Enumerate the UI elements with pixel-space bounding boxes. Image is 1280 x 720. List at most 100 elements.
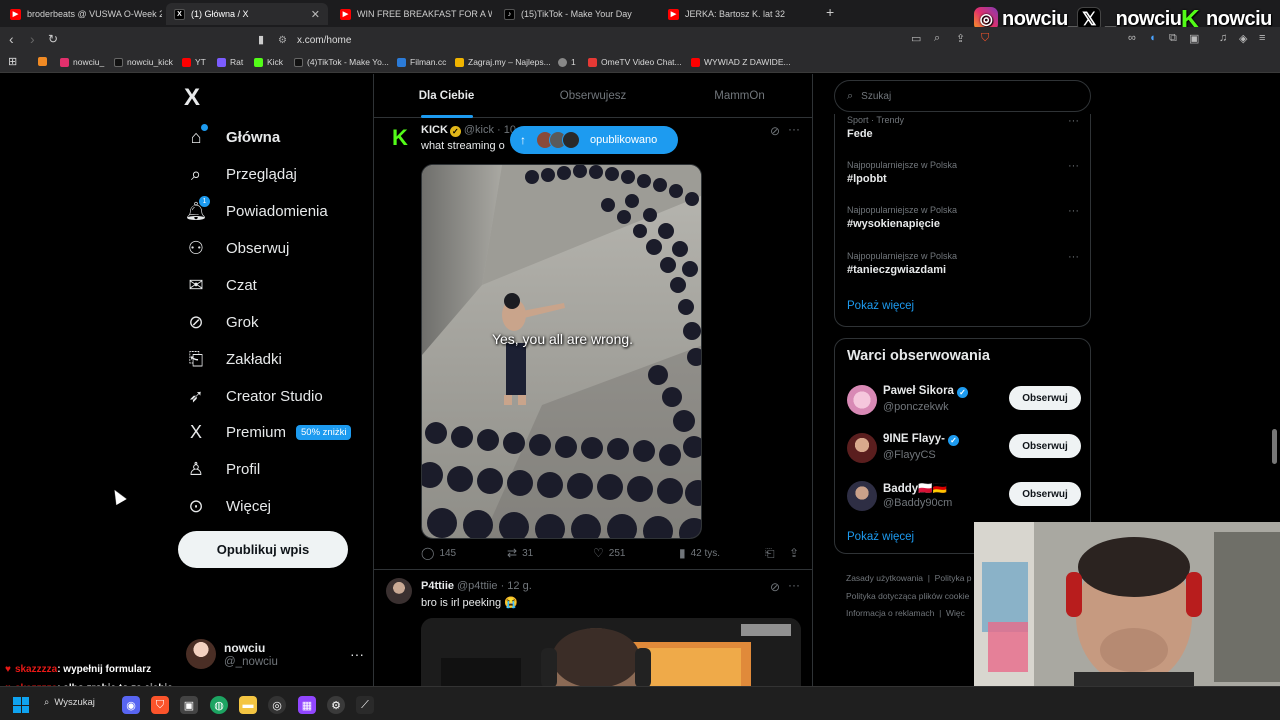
more-icon[interactable]: ··· — [1068, 160, 1079, 172]
bookmark-button[interactable]: ⎗ — [765, 546, 780, 561]
follow-button[interactable]: Obserwuj — [1009, 386, 1081, 410]
avatar[interactable] — [386, 578, 412, 604]
bookmark-item[interactable]: Rat — [217, 57, 243, 67]
nav-follow[interactable]: ⚇ Obserwuj — [184, 233, 289, 263]
nav-premium[interactable]: X Premium 50% zniżki — [184, 417, 352, 447]
bookmark-item[interactable]: WYWIAD Z DAWIDE... — [691, 57, 791, 67]
browser-tab[interactable]: ▶ WIN FREE BREAKFAST FOR A WHOLE — [332, 3, 492, 25]
file-explorer-icon[interactable]: ▬ — [239, 696, 257, 714]
nav-explore[interactable]: ⌕ Przeglądaj — [184, 159, 297, 189]
bookmark-item[interactable]: (4)TikTok - Make Yo... — [294, 57, 389, 67]
follow-suggestion[interactable]: 9INE Flayy- ✓ @FlayyCS Obserwuj — [847, 431, 1081, 471]
tweet-author[interactable]: P4ttiie @p4ttiie · 12 g. — [421, 580, 532, 592]
avatar[interactable] — [847, 385, 877, 415]
browser-tab[interactable]: ♪ (15)TikTok - Make Your Day — [496, 3, 656, 25]
trend-item[interactable]: Sport · Trendy Fede ··· — [847, 115, 1079, 140]
forward-icon[interactable]: › — [30, 31, 35, 47]
zoom-icon[interactable]: ⌕ — [934, 32, 940, 45]
follow-button[interactable]: Obserwuj — [1009, 434, 1081, 458]
obs-icon[interactable]: ◎ — [268, 696, 286, 714]
bookmark-item[interactable]: 1 — [558, 57, 576, 67]
avatar[interactable] — [847, 481, 877, 511]
tab-list-mammon[interactable]: MammOn — [667, 74, 812, 118]
more-icon[interactable]: ··· — [788, 122, 800, 136]
close-tab-icon[interactable]: ✕ — [303, 8, 320, 21]
app-icon[interactable]: ⟋ — [356, 696, 374, 714]
nav-grok[interactable]: ⊘ Grok — [184, 307, 258, 337]
bookmark-rss-icon[interactable] — [38, 57, 51, 66]
follow-button[interactable]: Obserwuj — [1009, 482, 1081, 506]
new-tab-button[interactable]: + — [826, 4, 834, 20]
trend-item[interactable]: Najpopularniejsze w Polska #tanieczgwiaz… — [847, 251, 1079, 276]
tweet[interactable]: P4ttiie @p4ttiie · 12 g. bro is irl peeki… — [374, 570, 812, 686]
repost-button[interactable]: ⇄ 31 — [507, 546, 533, 560]
cast-icon[interactable]: ▭ — [911, 32, 921, 45]
share-icon[interactable]: ⇪ — [956, 32, 965, 45]
tweet[interactable]: K KICK ✓ @kick · 10 what streaming o ⊘ ···… — [374, 118, 812, 570]
steam-icon[interactable]: ⚙ — [327, 696, 345, 714]
nav-notifications[interactable]: 🔔︎ 1 Powiadomienia — [184, 195, 328, 226]
bookmark-item[interactable]: OmeTV Video Chat... — [588, 57, 682, 67]
extensions-icon[interactable]: ⧉ — [1169, 32, 1177, 45]
nav-bookmarks[interactable]: ⎗ Zakładki — [184, 344, 282, 374]
wallet-icon[interactable]: ◖ — [1149, 32, 1156, 44]
kick-avatar-icon[interactable]: K — [388, 126, 412, 150]
search-input[interactable]: ⌕ Szukaj — [834, 80, 1091, 112]
views-button[interactable]: ▮ 42 tys. — [679, 546, 720, 560]
address-bar[interactable]: ⚙ x.com/home — [278, 30, 998, 50]
page-scrollbar[interactable] — [1272, 429, 1277, 464]
bookmark-item[interactable]: Filman.cc — [397, 57, 446, 67]
nav-chat[interactable]: ✉ Czat — [184, 270, 256, 300]
bookmark-item[interactable]: Zagraj.my – Najleps... — [455, 57, 551, 67]
taskbar-search[interactable]: ⌕ Wyszukaj — [44, 697, 95, 708]
tab-following[interactable]: Obserwujesz — [520, 74, 666, 118]
post-button[interactable]: Opublikuj wpis — [178, 531, 348, 568]
bookmark-item[interactable]: YT — [182, 57, 206, 67]
brave-shield-icon[interactable]: ⛉ — [981, 32, 989, 45]
more-icon[interactable]: ··· — [1068, 251, 1079, 263]
media-icon[interactable]: ♫ — [1219, 32, 1227, 44]
footer-link-more[interactable]: Więc — [946, 608, 965, 618]
grok-icon[interactable]: ⊘ — [770, 580, 780, 594]
menu-icon[interactable]: ≡ — [1259, 32, 1265, 44]
nav-home[interactable]: ⌂ Główna — [184, 122, 280, 152]
trend-item[interactable]: Najpopularniejsze w Polska #lpobbt ··· — [847, 160, 1079, 185]
app-icon[interactable]: ▣ — [180, 696, 198, 714]
stream-app-icon[interactable]: ▦ — [298, 696, 316, 714]
brave-icon[interactable]: ⛉ — [151, 696, 169, 714]
grok-icon[interactable]: ⊘ — [770, 124, 780, 138]
browser-tab[interactable]: ▶ broderbeats @ VUSWA O-Week 2024 — [2, 3, 162, 25]
more-icon[interactable]: ··· — [350, 646, 364, 662]
follow-suggestion[interactable]: Paweł Sikora ✓ @ponczekwk Obserwuj — [847, 383, 1081, 423]
tweet-author[interactable]: KICK ✓ @kick · 10 — [421, 124, 516, 137]
tweet-media[interactable] — [421, 618, 801, 686]
x-logo-icon[interactable]: X — [184, 84, 200, 112]
tweet-media[interactable]: Yes, you all are wrong. — [421, 164, 702, 539]
footer-link-privacy[interactable]: Polityka p — [935, 573, 972, 583]
bookmark-item[interactable]: nowciu_kick — [114, 57, 173, 67]
back-icon[interactable]: ‹ — [9, 31, 14, 47]
tab-for-you[interactable]: Dla Ciebie — [374, 74, 519, 118]
footer-link-cookies[interactable]: Polityka dotycząca plików cookie — [846, 591, 969, 601]
show-more-trends-link[interactable]: Pokaż więcej — [847, 300, 914, 312]
more-icon[interactable]: ··· — [1068, 115, 1079, 127]
footer-link-ads[interactable]: Informacja o reklamach — [846, 608, 934, 618]
apps-icon[interactable]: ⊞ — [8, 55, 17, 68]
show-more-follow-link[interactable]: Pokaż więcej — [847, 531, 914, 543]
bookmark-item[interactable]: nowciu_ — [60, 57, 104, 67]
windows-start-icon[interactable] — [13, 697, 29, 713]
bookmark-item[interactable]: Kick — [254, 57, 283, 67]
more-icon[interactable]: ··· — [788, 578, 800, 592]
reply-button[interactable]: ◯ 145 — [421, 546, 456, 560]
share-button[interactable]: ⇪ — [789, 546, 804, 560]
site-info-icon[interactable]: ⚙ — [278, 35, 287, 46]
discord-icon[interactable]: ◉ — [122, 696, 140, 714]
nav-creator-studio[interactable]: ➶ Creator Studio — [184, 381, 322, 411]
vpn-icon[interactable]: ∞ — [1128, 32, 1136, 44]
new-posts-pill[interactable]: ↑ opublikowano — [510, 126, 678, 154]
like-button[interactable]: ♡ 251 — [593, 546, 625, 560]
more-icon[interactable]: ··· — [1068, 205, 1079, 217]
bookmark-page-icon[interactable]: ▮ — [258, 33, 264, 46]
footer-link-terms[interactable]: Zasady użytkowania — [846, 573, 923, 583]
browser-tab-active[interactable]: X (1) Główna / X ✕ — [166, 3, 328, 25]
